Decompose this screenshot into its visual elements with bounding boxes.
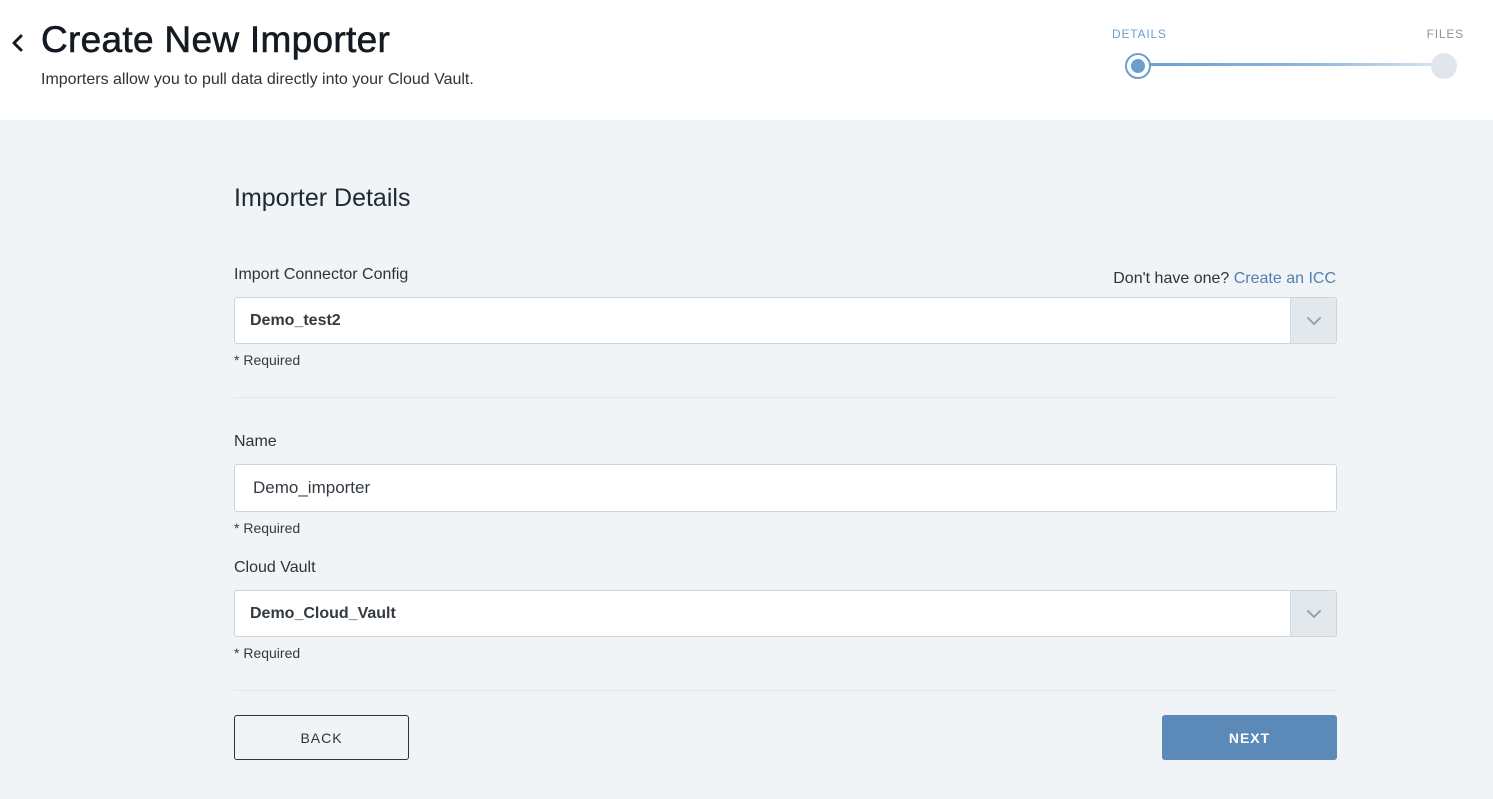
page-subtitle: Importers allow you to pull data directl… xyxy=(41,71,474,88)
back-button[interactable]: BACK xyxy=(234,715,409,760)
divider xyxy=(234,397,1337,398)
step-label-files: FILES xyxy=(1426,27,1464,41)
icc-help: Don't have one? Create an ICC xyxy=(1113,270,1336,288)
divider xyxy=(234,690,1337,691)
icc-label: Import Connector Config xyxy=(234,266,409,283)
name-required-note: * Required xyxy=(234,520,301,536)
cloud-vault-select[interactable]: Demo_Cloud_Vault xyxy=(234,590,1337,637)
name-label: Name xyxy=(234,433,277,450)
cloud-vault-required-note: * Required xyxy=(234,645,301,661)
icc-select-value: Demo_test2 xyxy=(250,312,341,329)
step-track xyxy=(1138,63,1444,66)
name-input[interactable] xyxy=(234,464,1337,512)
create-icc-link[interactable]: Create an ICC xyxy=(1234,270,1336,287)
icc-select[interactable]: Demo_test2 xyxy=(234,297,1337,344)
cloud-vault-select-value: Demo_Cloud_Vault xyxy=(250,605,396,622)
section-title: Importer Details xyxy=(234,184,411,212)
chevron-down-icon[interactable] xyxy=(1290,591,1336,636)
step-dot-details xyxy=(1125,53,1151,79)
step-dot-files xyxy=(1431,53,1457,79)
chevron-left-icon[interactable] xyxy=(6,30,30,56)
page-title: Create New Importer xyxy=(41,19,391,61)
step-label-details: DETAILS xyxy=(1112,27,1167,41)
progress-stepper: DETAILS FILES xyxy=(1100,24,1470,84)
icc-required-note: * Required xyxy=(234,352,301,368)
chevron-down-icon[interactable] xyxy=(1290,298,1336,343)
next-button[interactable]: NEXT xyxy=(1162,715,1337,760)
icc-help-text: Don't have one? xyxy=(1113,270,1230,287)
page-header: Create New Importer Importers allow you … xyxy=(0,0,1493,120)
cloud-vault-label: Cloud Vault xyxy=(234,559,316,576)
